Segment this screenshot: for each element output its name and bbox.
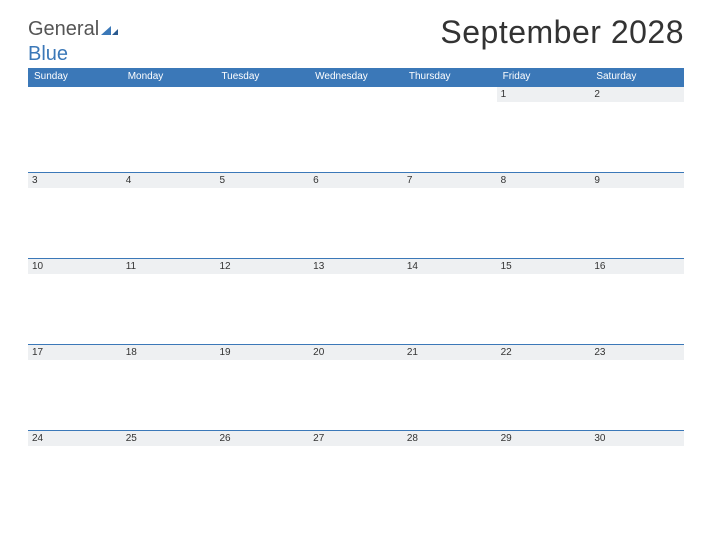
calendar-cell: 25 [122, 431, 216, 516]
date-number: 27 [309, 431, 403, 446]
calendar-cell: 17 [28, 345, 122, 430]
calendar-cell: 30 [590, 431, 684, 516]
date-number: 9 [590, 173, 684, 188]
date-number: 11 [122, 259, 216, 274]
date-number [309, 87, 403, 102]
calendar-week: 24 25 26 27 28 29 30 [28, 430, 684, 516]
brand-text-general: General [28, 18, 99, 40]
brand-logo: General Blue [28, 18, 119, 66]
calendar-cell: 4 [122, 173, 216, 258]
calendar-cell: 15 [497, 259, 591, 344]
date-number [28, 87, 122, 102]
calendar-cell [122, 87, 216, 172]
calendar-cell: 28 [403, 431, 497, 516]
weekday-header: Sunday [28, 68, 122, 86]
header: General Blue September 2028 [0, 0, 712, 68]
weekday-header: Thursday [403, 68, 497, 86]
calendar-cell: 13 [309, 259, 403, 344]
calendar-cell: 24 [28, 431, 122, 516]
weekday-header: Tuesday [215, 68, 309, 86]
date-number: 16 [590, 259, 684, 274]
date-number: 29 [497, 431, 591, 446]
date-number: 13 [309, 259, 403, 274]
date-number: 2 [590, 87, 684, 102]
date-number: 12 [215, 259, 309, 274]
date-number: 25 [122, 431, 216, 446]
calendar-grid: Sunday Monday Tuesday Wednesday Thursday… [28, 68, 684, 516]
calendar-cell: 16 [590, 259, 684, 344]
calendar-cell: 27 [309, 431, 403, 516]
date-number: 28 [403, 431, 497, 446]
date-number: 19 [215, 345, 309, 360]
date-number: 17 [28, 345, 122, 360]
date-number: 20 [309, 345, 403, 360]
date-number: 30 [590, 431, 684, 446]
weekday-header: Wednesday [309, 68, 403, 86]
calendar-week: 17 18 19 20 21 22 23 [28, 344, 684, 430]
date-number: 22 [497, 345, 591, 360]
calendar-cell: 9 [590, 173, 684, 258]
calendar-cell: 5 [215, 173, 309, 258]
calendar-week: 3 4 5 6 7 8 9 [28, 172, 684, 258]
calendar-cell: 14 [403, 259, 497, 344]
calendar-cell: 19 [215, 345, 309, 430]
calendar-cell: 23 [590, 345, 684, 430]
calendar-cell: 11 [122, 259, 216, 344]
date-number: 1 [497, 87, 591, 102]
date-number: 15 [497, 259, 591, 274]
date-number: 26 [215, 431, 309, 446]
date-number: 18 [122, 345, 216, 360]
date-number: 3 [28, 173, 122, 188]
date-number: 10 [28, 259, 122, 274]
date-number [403, 87, 497, 102]
calendar-cell: 7 [403, 173, 497, 258]
weekday-header-row: Sunday Monday Tuesday Wednesday Thursday… [28, 68, 684, 86]
calendar-cell [215, 87, 309, 172]
brand-text-blue: Blue [28, 43, 68, 65]
brand-logo-icon [101, 20, 119, 43]
calendar-cell: 29 [497, 431, 591, 516]
date-number: 24 [28, 431, 122, 446]
date-number [215, 87, 309, 102]
date-number: 14 [403, 259, 497, 274]
weekday-header: Monday [122, 68, 216, 86]
page-title: September 2028 [440, 14, 684, 51]
date-number: 4 [122, 173, 216, 188]
calendar-cell: 20 [309, 345, 403, 430]
calendar-cell: 21 [403, 345, 497, 430]
weekday-header: Friday [497, 68, 591, 86]
calendar-cell: 2 [590, 87, 684, 172]
calendar-cell: 8 [497, 173, 591, 258]
calendar-cell [309, 87, 403, 172]
calendar-cell: 3 [28, 173, 122, 258]
calendar-cell: 22 [497, 345, 591, 430]
calendar-cell [28, 87, 122, 172]
date-number: 23 [590, 345, 684, 360]
calendar-cell: 12 [215, 259, 309, 344]
calendar-cell: 6 [309, 173, 403, 258]
date-number: 5 [215, 173, 309, 188]
date-number: 8 [497, 173, 591, 188]
calendar-week: 10 11 12 13 14 15 16 [28, 258, 684, 344]
calendar-cell [403, 87, 497, 172]
date-number: 7 [403, 173, 497, 188]
calendar-cell: 26 [215, 431, 309, 516]
calendar-cell: 1 [497, 87, 591, 172]
date-number [122, 87, 216, 102]
calendar-cell: 10 [28, 259, 122, 344]
weekday-header: Saturday [590, 68, 684, 86]
date-number: 6 [309, 173, 403, 188]
calendar-cell: 18 [122, 345, 216, 430]
calendar-week: 1 2 [28, 86, 684, 172]
date-number: 21 [403, 345, 497, 360]
